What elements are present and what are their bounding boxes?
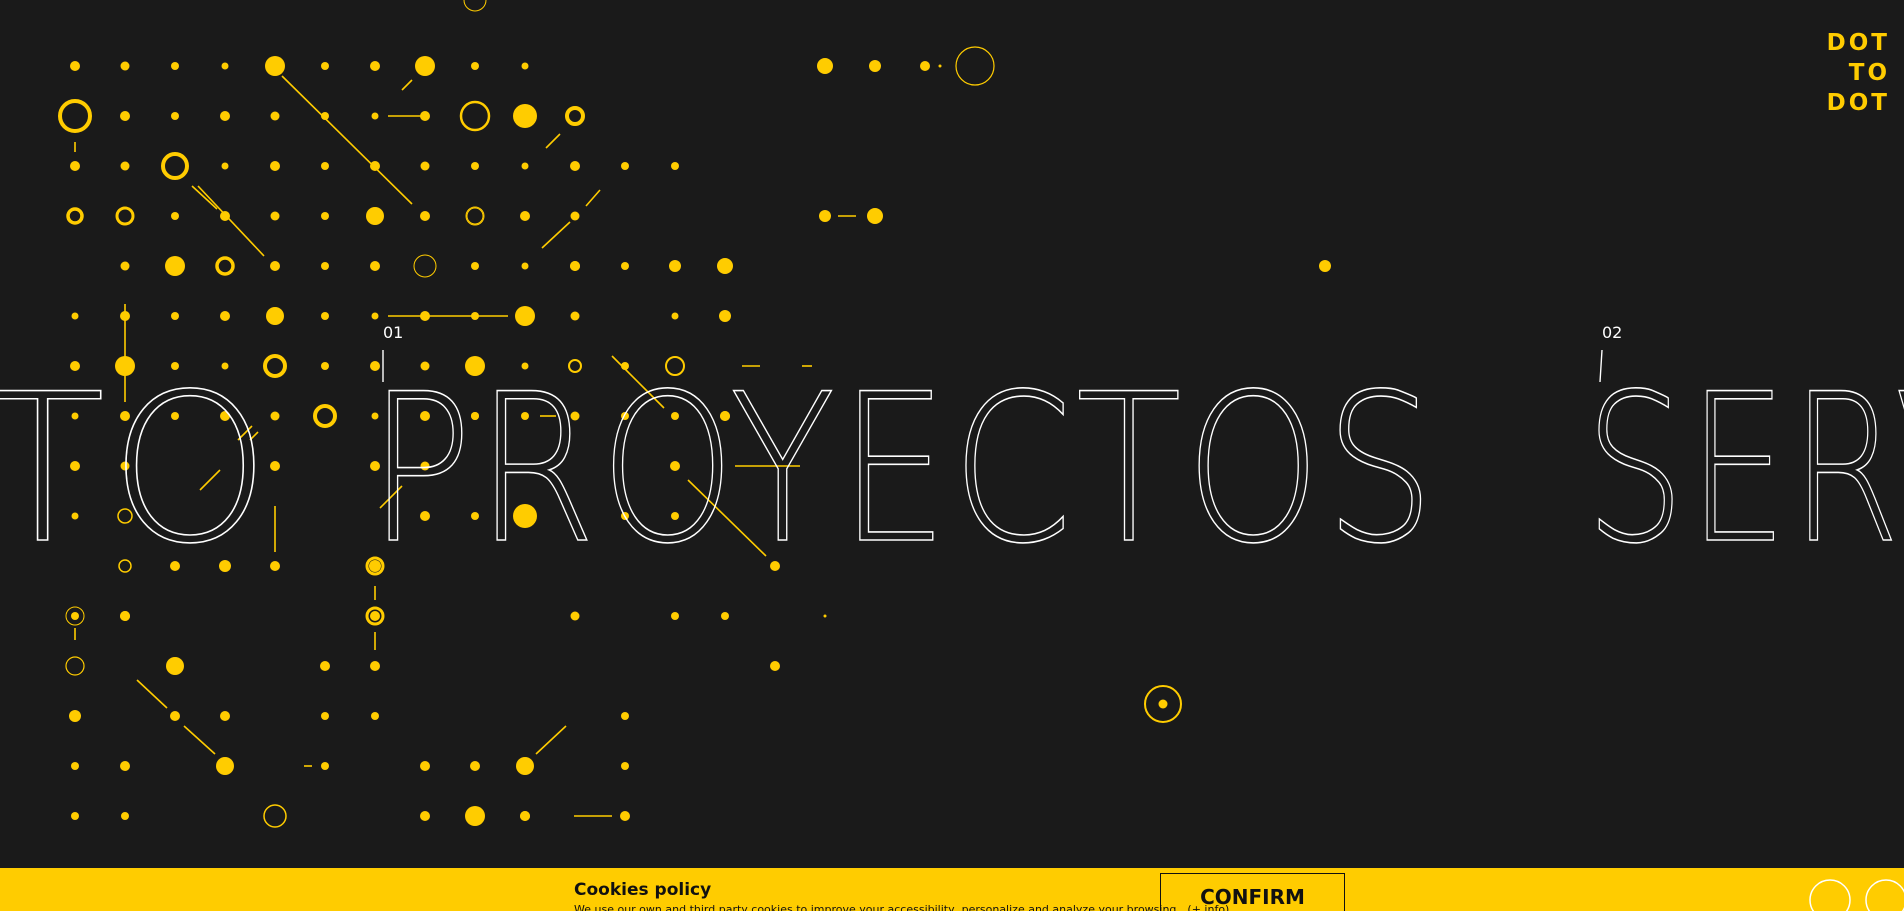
cookie-title: Cookies policy (574, 880, 712, 900)
menu-item-servicios[interactable]: 02 SERV (1584, 323, 1904, 590)
menu-word-servicios[interactable]: SERV (1584, 350, 1904, 590)
menu-word-to[interactable]: TO (0, 350, 275, 590)
hero-stage: TO 01 PROYECTOS 02 SERV DOT TO DOT Cooki… (0, 0, 1904, 911)
logo-line-3: DOT (1826, 90, 1890, 116)
menu-index-02: 02 (1602, 323, 1622, 342)
confirm-button[interactable]: CONFIRM (1160, 873, 1345, 911)
logo[interactable]: DOT TO DOT (1827, 28, 1890, 118)
menu-word-proyectos[interactable]: PROYECTOS (367, 350, 1438, 590)
menu-item-to[interactable]: TO (0, 350, 275, 590)
menu-index-01: 01 (383, 323, 403, 342)
logo-line-1: DOT (1826, 30, 1890, 56)
menu-item-proyectos[interactable]: 01 PROYECTOS (367, 323, 1438, 590)
cookie-text: We use our own and third party cookies t… (574, 903, 1229, 911)
cookie-banner: Cookies policy We use our own and third … (0, 868, 1904, 911)
circle-outline-icon (1809, 879, 1904, 911)
cookie-description: We use our own and third party cookies t… (574, 903, 1180, 911)
logo-line-2: TO (1848, 60, 1890, 86)
menu-words: TO 01 PROYECTOS 02 SERV (0, 323, 1904, 590)
